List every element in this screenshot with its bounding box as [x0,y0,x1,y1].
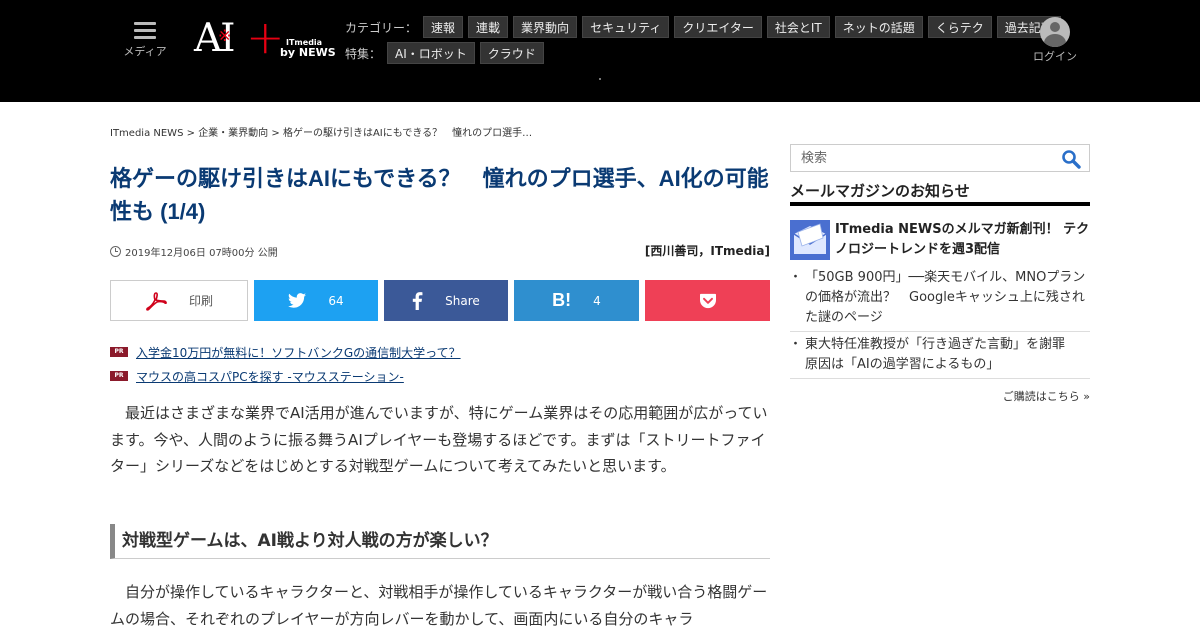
pocket-save-button[interactable] [645,280,770,321]
newsletter-list: 「50GB 900円」──楽天モバイル、MNOプランの価格が流出？ Google… [789,268,1090,382]
print-button[interactable]: 印刷 [110,280,248,321]
pr-badge: PR [110,371,128,381]
facebook-icon [412,291,423,310]
article-paragraph: 最近はさまざまな業界でAI活用が進んでいますが、特にゲーム業界はその応用範囲が広… [110,404,768,475]
breadcrumb-separator: > [271,128,280,139]
nav-category-industry[interactable]: 業界動向 [513,16,578,38]
login-button[interactable]: ログイン [1030,17,1080,64]
feature-label: 特集： [345,46,382,61]
site-header: メディア AI ※ + ITmedia by NEWS カテゴリー： 速報 連載… [0,0,1200,102]
logo-news-text: by NEWS [280,46,336,59]
article-subheading: 対戦型ゲームは、AI戦より対人戦の方が楽しい？ [110,524,770,559]
hatena-count: 4 [593,293,601,308]
article-author: [西川善司，ITmedia] [644,244,770,258]
newsletter-subscribe-link[interactable]: ご購読はこちら » [790,388,1090,404]
hatena-bookmark-button[interactable]: B! 4 [514,280,639,321]
header-divider-dot [599,78,601,80]
feature-nav: 特集： AI・ロボット クラウド [345,42,549,64]
pr-links: PR 入学金10万円が無料に！ソフトバンクGの通信制大学って？ PR マウスの高… [110,340,461,388]
facebook-label: Share [445,293,480,308]
pdf-icon [145,291,167,311]
breadcrumb-separator: > [186,128,195,139]
user-avatar-icon [1040,17,1070,47]
menu-icon [134,22,156,39]
nav-category-kuratech[interactable]: くらテク [927,16,992,38]
list-item[interactable]: 東大特任准教授が「行き過ぎた言動」を謝罪 原因は「AIの過学習によるもの」 [789,335,1090,379]
hatena-icon: B! [552,290,572,310]
logo-sparks-icon: ※ [218,26,232,45]
newsletter-heading: メールマガジンのお知らせ [790,180,1090,206]
nav-category-sokuho[interactable]: 速報 [423,16,464,38]
publish-date-text: 2019年12月06日 07時00分 公開 [125,248,278,259]
nav-category-creator[interactable]: クリエイター [674,16,762,38]
newsletter-feature-text: ITmedia NEWSのメルマガ新創刊！ テクノロジートレンドを週3配信 [835,222,1090,257]
pr-link-softbank-university[interactable]: 入学金10万円が無料に！ソフトバンクGの通信制大学って？ [136,344,461,361]
share-buttons: 印刷 64 Share B! 4 [110,280,770,321]
facebook-share-button[interactable]: Share [384,280,508,321]
twitter-share-button[interactable]: 64 [254,280,378,321]
article-paragraph: 自分が操作しているキャラクターと、対戦相手が操作しているキャラクターが戦い合う格… [110,583,768,628]
pocket-icon [699,293,717,309]
site-logo[interactable]: AI ※ + ITmedia by NEWS [194,10,336,66]
logo-plus-text: + [246,10,285,64]
publish-date: 2019年12月06日 07時00分 公開 [110,244,278,259]
search-icon[interactable] [1061,149,1081,169]
breadcrumb: ITmedia NEWS > 企業・業界動向 > 格ゲーの駆け引きはAIにもでき… [110,124,532,139]
breadcrumb-current: 格ゲーの駆け引きはAIにもできる？ 憧れのプロ選手… [282,128,533,139]
search-input[interactable] [791,145,1051,171]
category-label: カテゴリー： [345,20,418,35]
media-menu-button[interactable]: メディア [122,22,168,59]
twitter-count: 64 [328,293,344,308]
breadcrumb-category[interactable]: 企業・業界動向 [198,128,268,139]
breadcrumb-home[interactable]: ITmedia NEWS [110,128,183,139]
nav-category-rensai[interactable]: 連載 [468,16,509,38]
category-nav: カテゴリー： 速報 連載 業界動向 セキュリティ クリエイター 社会とIT ネッ… [345,16,1066,38]
twitter-icon [288,293,307,308]
pr-item: PR マウスの高コスパPCを探す -マウスステーション- [110,364,461,388]
nav-category-security[interactable]: セキュリティ [582,16,670,38]
nav-category-net-topics[interactable]: ネットの話題 [834,16,923,38]
pr-item: PR 入学金10万円が無料に！ソフトバンクGの通信制大学って？ [110,340,461,364]
mail-icon [790,220,830,260]
nav-feature-cloud[interactable]: クラウド [479,42,544,64]
pr-badge: PR [110,347,128,357]
site-search [790,144,1090,172]
list-item[interactable]: 「50GB 900円」──楽天モバイル、MNOプランの価格が流出？ Google… [789,268,1090,332]
newsletter-feature[interactable]: ITmedia NEWSのメルマガ新創刊！ テクノロジートレンドを週3配信 [790,220,1090,260]
print-label: 印刷 [188,294,213,308]
pr-link-mouse-station[interactable]: マウスの高コスパPCを探す -マウスステーション- [136,368,404,385]
article-title: 格ゲーの駆け引きはAIにもできる？ 憧れのプロ選手、AI化の可能性も (1/4) [110,166,769,224]
media-menu-label: メディア [123,45,167,58]
nav-feature-ai-robot[interactable]: AI・ロボット [387,42,475,64]
login-label: ログイン [1033,50,1077,63]
nav-category-society[interactable]: 社会とIT [766,16,830,38]
clock-icon [110,246,121,257]
